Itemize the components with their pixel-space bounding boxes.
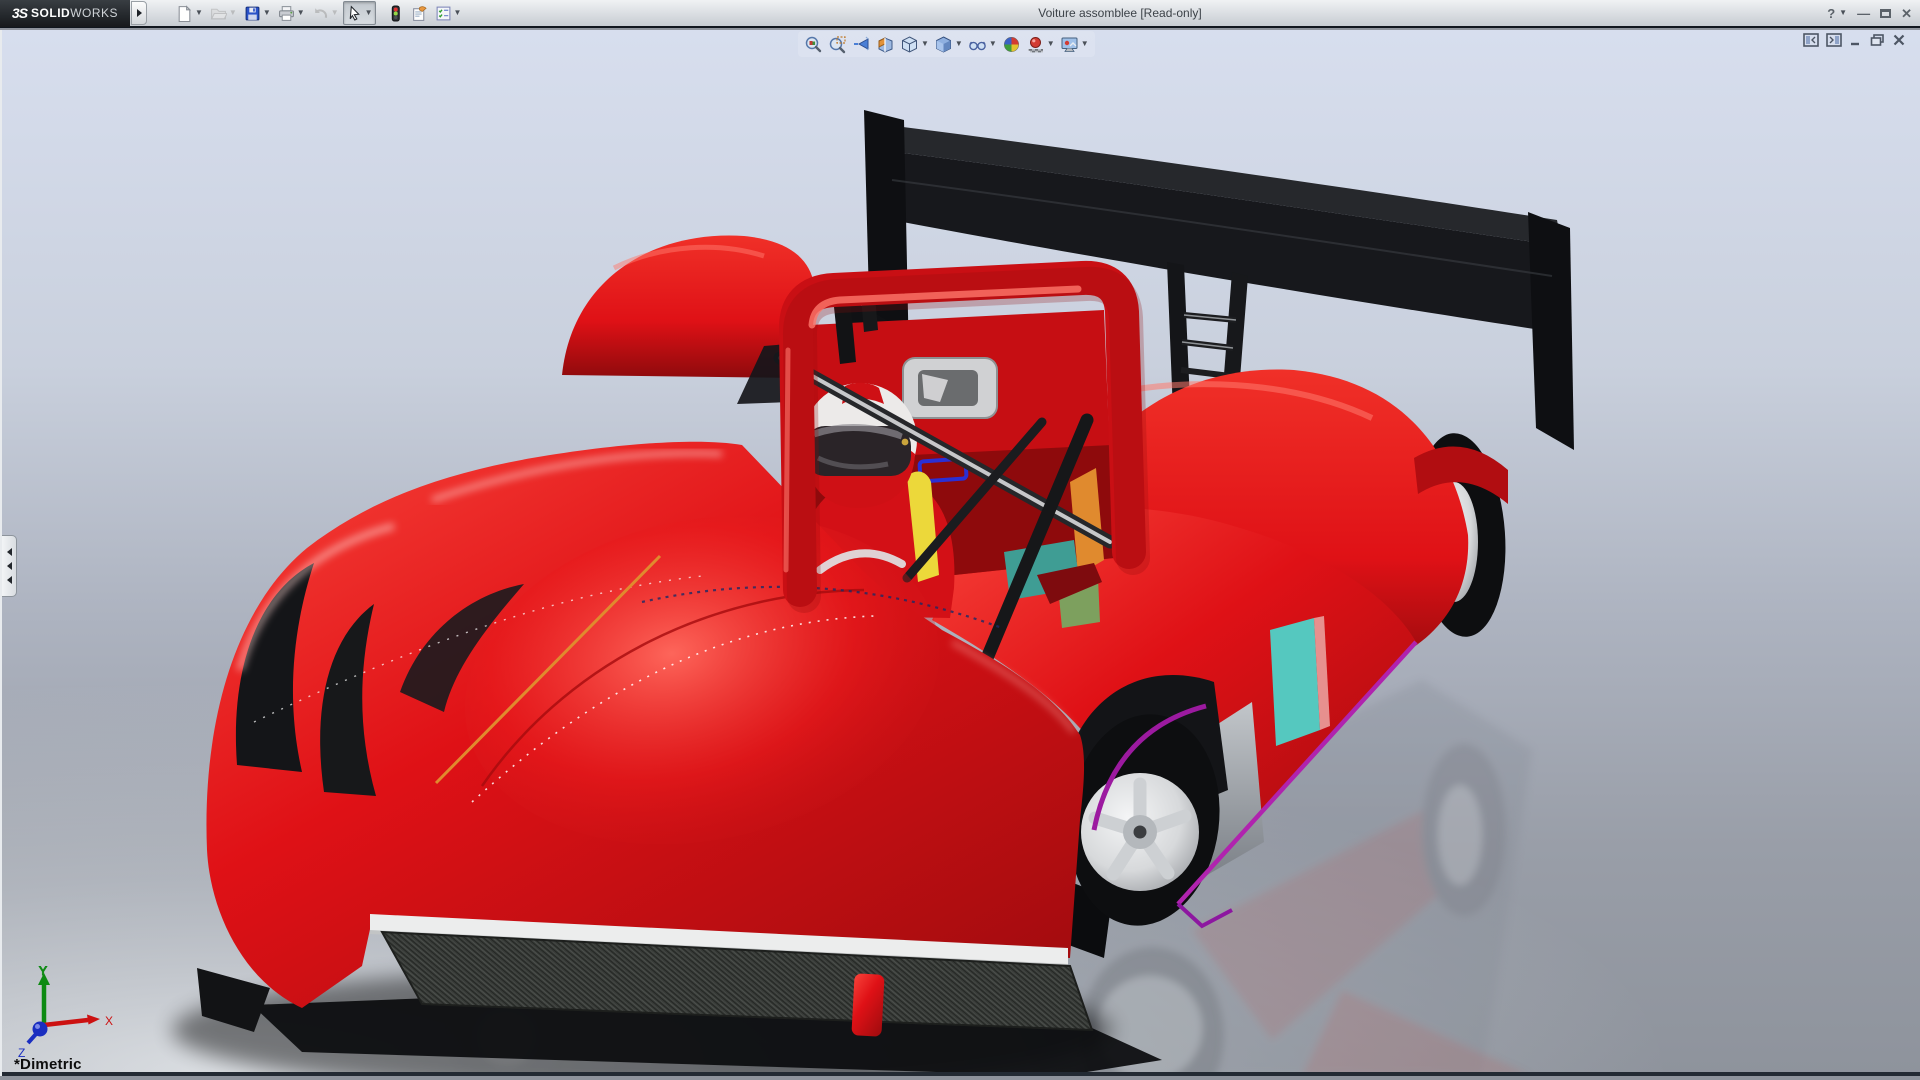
undo-icon [312,5,329,22]
print-icon [278,5,295,22]
help-dropdown-arrow[interactable]: ▼ [1839,9,1847,17]
view-settings-icon [1060,35,1079,54]
previous-view-icon [852,35,871,54]
undo-button[interactable]: ▼ [309,1,342,25]
hide-show-dropdown[interactable]: ▼ [989,40,997,48]
reference-triad: Y X Z [10,965,130,1060]
brand-text: SOLIDWORKS [31,6,118,20]
print-button[interactable]: ▼ [275,1,308,25]
graphics-area[interactable]: ▼ ▼ ▼ [0,30,1920,1076]
edit-appearance-button[interactable] [1000,32,1023,56]
collapse-arrow-icon [7,562,12,570]
apply-scene-dropdown[interactable]: ▼ [1047,40,1055,48]
model-scene[interactable] [2,30,1920,1076]
rebuild-traffic-light-icon [387,5,404,22]
rear-view-mirror [903,358,997,418]
toggle-right-pane-icon[interactable] [1826,33,1842,47]
menu-expand-arrow[interactable] [131,1,147,25]
solidworks-window: 3S SOLIDWORKS ▼ ▼ ▼ [0,0,1920,1080]
options-dropdown-arrow[interactable]: ▼ [454,9,462,17]
view-settings-dropdown[interactable]: ▼ [1081,40,1089,48]
apply-scene-icon [1026,35,1045,54]
select-cursor-icon [346,5,363,22]
feature-tree-collapse-tab[interactable] [2,535,17,597]
ds-logo-icon: 3S [12,5,27,21]
close-document-icon[interactable] [1892,33,1906,47]
collapse-arrow-icon [7,576,12,584]
solidworks-logo: 3S SOLIDWORKS [0,0,130,27]
print-dropdown-arrow[interactable]: ▼ [297,9,305,17]
minimize-document-icon[interactable] [1849,33,1863,47]
zoom-to-area-icon [828,35,847,54]
rebuild-button[interactable] [384,1,407,25]
display-style-icon [934,35,953,54]
new-document-button[interactable]: ▼ [173,1,206,25]
undo-dropdown-arrow[interactable]: ▼ [331,9,339,17]
select-dropdown-arrow[interactable]: ▼ [365,9,373,17]
save-button[interactable]: ▼ [241,1,274,25]
options-list-icon [435,5,452,22]
titlebar: 3S SOLIDWORKS ▼ ▼ ▼ [0,0,1920,28]
view-orientation-button[interactable]: ▼ [898,32,931,56]
save-dropdown-arrow[interactable]: ▼ [263,9,271,17]
edit-appearance-icon [1002,35,1021,54]
section-view-icon [876,35,895,54]
open-dropdown-arrow[interactable]: ▼ [229,9,237,17]
triad-y-label: Y [39,965,47,978]
help-button[interactable]: ?▼ [1827,7,1847,20]
save-icon [244,5,261,22]
window-title: Voiture assomblee [Read-only] [360,6,1880,20]
close-button[interactable]: ✕ [1901,7,1912,20]
hide-show-items-icon [968,35,987,54]
zoom-to-area-button[interactable] [826,32,849,56]
view-orientation-dropdown[interactable]: ▼ [921,40,929,48]
headsup-view-toolbar: ▼ ▼ ▼ [798,31,1095,57]
document-window-controls [1803,33,1906,47]
window-controls: ?▼ — ✕ [1827,0,1912,26]
options-button[interactable]: ▼ [432,1,465,25]
open-button[interactable]: ▼ [207,1,240,25]
open-folder-icon [210,5,227,22]
display-style-dropdown[interactable]: ▼ [955,40,963,48]
file-properties-icon [411,5,428,22]
collapse-arrow-icon [7,548,12,556]
zoom-to-fit-icon [804,35,823,54]
view-orientation-icon [900,35,919,54]
zoom-to-fit-button[interactable] [802,32,825,56]
toggle-left-pane-icon[interactable] [1803,33,1819,47]
standard-toolbar: ▼ ▼ ▼ ▼ [173,1,464,25]
new-document-icon [176,5,193,22]
restore-button[interactable] [1880,9,1891,18]
restore-document-icon[interactable] [1870,33,1885,47]
view-orientation-label: *Dimetric [14,1056,82,1073]
display-style-button[interactable]: ▼ [932,32,965,56]
file-properties-button[interactable] [408,1,431,25]
select-button[interactable]: ▼ [343,1,376,25]
apply-scene-button[interactable]: ▼ [1024,32,1057,56]
hide-show-items-button[interactable]: ▼ [966,32,999,56]
previous-view-button[interactable] [850,32,873,56]
triad-x-label: X [105,1014,113,1028]
view-settings-button[interactable]: ▼ [1058,32,1091,56]
window-bottom-edge [2,1072,1920,1076]
section-view-button[interactable] [874,32,897,56]
minimize-button[interactable]: — [1857,7,1870,20]
new-dropdown-arrow[interactable]: ▼ [195,9,203,17]
